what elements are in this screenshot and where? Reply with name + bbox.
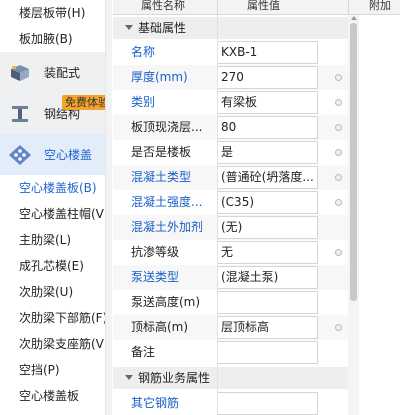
extra-column-area (359, 15, 400, 415)
property-name: 板顶现浇层... (131, 120, 203, 134)
category-steel[interactable]: 钢结构 免费体验 (0, 93, 105, 134)
property-value-field[interactable]: (无) (217, 216, 318, 239)
property-value-field[interactable]: 是 (217, 141, 318, 164)
extra-option-radio-icon[interactable] (335, 199, 342, 206)
scrollbar-thumb[interactable] (350, 23, 357, 301)
collapse-arrow-icon (125, 375, 133, 380)
header-name[interactable]: 属性名称 (141, 0, 185, 12)
property-value-field[interactable]: (普通砼(坍落度... (217, 166, 318, 189)
property-name: 顶标高(m) (131, 320, 189, 334)
group-title: 钢筋业务属性 (138, 371, 211, 385)
property-name: 备注 (131, 345, 156, 359)
category-label: 空心楼盖 (44, 148, 93, 162)
steel-beam-icon (8, 103, 32, 125)
property-name[interactable]: 厚度(mm) (131, 65, 215, 90)
property-value-field[interactable]: 无 (217, 241, 318, 264)
tree-item-secondary-rib[interactable]: 次肋梁(U) (0, 279, 105, 305)
property-row: 混凝土外加剂 (无) (113, 215, 348, 240)
property-value-field[interactable]: 80 (217, 116, 318, 139)
property-name[interactable]: 类别 (131, 90, 215, 115)
property-row: 名称 KXB-1 (113, 40, 348, 65)
property-value-field[interactable]: KXB-1 (217, 41, 318, 64)
free-trial-badge: 免费体验 (62, 95, 105, 110)
extra-option-radio-icon[interactable] (335, 124, 342, 131)
tree-item-void[interactable]: 空挡(P) (0, 357, 105, 383)
header-extra[interactable]: 附加 (369, 0, 391, 12)
extra-option-radio-icon[interactable] (335, 99, 342, 106)
property-row: 是否是楼板 是 (113, 140, 348, 165)
tree-item-core-mold[interactable]: 成孔芯模(E) (0, 253, 105, 279)
group-basic-properties[interactable]: 基础属性 (113, 17, 348, 39)
tree-item-column-cap[interactable]: 空心楼盖柱帽(V) (0, 201, 105, 227)
property-value-field[interactable]: 层顶标高 (217, 316, 318, 339)
property-name: 其它钢筋 (131, 396, 180, 410)
property-row: 泵送高度(m) (113, 290, 348, 315)
panel-splitter[interactable] (105, 0, 112, 415)
property-name: 抗渗等级 (131, 245, 180, 259)
prefab-icon (8, 62, 32, 84)
group-title: 基础属性 (138, 21, 187, 35)
property-row: 顶标高(m) 层顶标高 (113, 315, 348, 340)
tree-item-rib-support-bar[interactable]: 次肋梁支座筋(V) (0, 331, 105, 357)
property-name[interactable]: 混凝土类型 (131, 165, 215, 190)
tree-item-rib-bottom-bar[interactable]: 次肋梁下部筋(F) (0, 305, 105, 331)
property-row: 其它钢筋 (113, 391, 348, 415)
property-row: 厚度(mm) 270 (113, 65, 348, 90)
property-value-field[interactable]: 270 (217, 66, 318, 89)
property-value-field[interactable] (217, 291, 318, 314)
property-row: 板顶现浇层... 80 (113, 115, 348, 140)
property-row: 抗渗等级 无 (113, 240, 348, 265)
component-tree-panel: 楼层板带(H) 板加腋(B) 装配式 钢结构 免费体验 空心楼盖 空心楼盖板(B… (0, 0, 105, 415)
tree-item-main-rib[interactable]: 主肋梁(L) (0, 227, 105, 253)
tree-item-floor-strip[interactable]: 楼层板带(H) (0, 0, 105, 26)
collapse-arrow-icon (125, 25, 133, 30)
property-grid: 属性名称 属性值 附加 基础属性 名称 KXB-1 厚度(mm) 270 类别 有梁板 板顶… (113, 0, 400, 415)
category-prefab[interactable]: 装配式 (0, 52, 105, 93)
hollow-floor-icon (8, 144, 32, 166)
property-row: 备注 (113, 340, 348, 365)
extra-option-radio-icon[interactable] (335, 249, 342, 256)
tree-item-hollow-slab-2[interactable]: 空心楼盖板 (0, 383, 105, 409)
extra-option-radio-icon[interactable] (335, 324, 342, 331)
extra-option-radio-icon[interactable] (335, 74, 342, 81)
category-label: 装配式 (44, 66, 81, 80)
property-row: 混凝土类型 (普通砼(坍落度... (113, 165, 348, 190)
category-hollow-floor[interactable]: 空心楼盖 (0, 134, 105, 175)
property-name[interactable]: 泵送类型 (131, 265, 215, 290)
grid-header: 属性名称 属性值 附加 (113, 0, 400, 15)
tree-item-hollow-slab[interactable]: 空心楼盖板(B) (0, 175, 105, 201)
property-value-field[interactable]: (混凝土泵) (217, 266, 318, 289)
property-value-field[interactable]: (C35) (217, 191, 318, 214)
scroll-up-icon[interactable] (351, 16, 357, 20)
property-name[interactable]: 混凝土强度... (131, 190, 215, 215)
header-value[interactable]: 属性值 (247, 0, 280, 12)
tree-item-slab-haunch[interactable]: 板加腋(B) (0, 26, 105, 52)
vertical-scrollbar[interactable] (348, 15, 359, 415)
property-name: 泵送高度(m) (131, 295, 201, 309)
property-row: 泵送类型 (混凝土泵) (113, 265, 348, 290)
group-rebar-properties[interactable]: 钢筋业务属性 (113, 367, 348, 389)
property-name: 是否是楼板 (131, 145, 192, 159)
property-name[interactable]: 混凝土外加剂 (131, 215, 215, 240)
property-value-field[interactable] (217, 392, 318, 415)
extra-option-radio-icon[interactable] (335, 174, 342, 181)
property-value-field[interactable] (217, 341, 318, 364)
property-row: 类别 有梁板 (113, 90, 348, 115)
property-name[interactable]: 名称 (131, 40, 215, 65)
property-value-field[interactable]: 有梁板 (217, 91, 318, 114)
property-row: 混凝土强度... (C35) (113, 190, 348, 215)
extra-option-radio-icon[interactable] (335, 149, 342, 156)
